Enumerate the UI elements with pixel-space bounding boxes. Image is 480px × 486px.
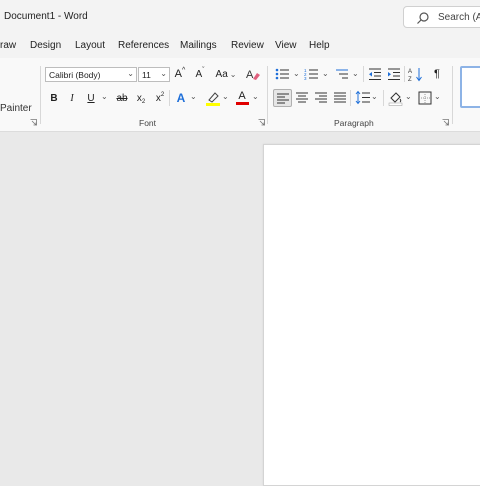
- document-page[interactable]: [263, 144, 480, 486]
- separator: [40, 66, 41, 124]
- justify-icon[interactable]: [333, 91, 347, 104]
- change-case-button[interactable]: Aa ⌄: [213, 66, 239, 82]
- borders-chevron-down-icon[interactable]: ⌄: [434, 92, 441, 101]
- underline-chevron-down-icon[interactable]: ⌄: [101, 92, 108, 101]
- align-left-button[interactable]: [273, 89, 292, 107]
- line-spacing-icon[interactable]: [355, 90, 371, 105]
- tab-review[interactable]: Review: [231, 40, 264, 51]
- svg-text:Z: Z: [408, 77, 412, 82]
- sort-icon[interactable]: A Z: [408, 66, 424, 82]
- tab-help[interactable]: Help: [309, 40, 330, 51]
- superscript-button[interactable]: x2: [153, 90, 167, 106]
- separator: [267, 66, 268, 124]
- caret-down-icon: ˇ: [202, 66, 205, 74]
- chevron-down-icon: ⌄: [127, 69, 134, 78]
- increase-indent-icon[interactable]: [387, 67, 401, 81]
- underline-button[interactable]: U: [84, 90, 98, 106]
- svg-text:A: A: [246, 69, 254, 81]
- tab-design[interactable]: Design: [30, 40, 61, 51]
- subscript-mark-icon: 2: [141, 98, 146, 105]
- font-color-chevron-down-icon[interactable]: ⌄: [252, 92, 259, 101]
- align-left-icon: [277, 93, 289, 104]
- align-right-icon[interactable]: [314, 91, 328, 104]
- numbering-chevron-down-icon[interactable]: ⌄: [322, 69, 329, 78]
- clear-formatting-icon[interactable]: A: [245, 66, 261, 82]
- separator: [363, 66, 364, 82]
- chevron-down-icon: ⌄: [160, 69, 167, 78]
- text-effects-chevron-down-icon[interactable]: ⌄: [190, 92, 197, 101]
- bullets-chevron-down-icon[interactable]: ⌄: [293, 69, 300, 78]
- separator: [452, 66, 453, 124]
- tab-mailings[interactable]: Mailings: [180, 40, 217, 51]
- shading-icon[interactable]: [388, 90, 404, 106]
- clipboard-dialog-launcher-icon[interactable]: [30, 119, 37, 126]
- bullets-icon[interactable]: [275, 67, 291, 81]
- font-dialog-launcher-icon[interactable]: [258, 119, 265, 126]
- caret-up-icon: ^: [182, 66, 186, 74]
- search-box[interactable]: Search (Al: [403, 6, 480, 28]
- window-title: Document1 - Word: [4, 11, 88, 22]
- ribbon-tabs: raw Design Layout References Mailings Re…: [0, 36, 480, 58]
- subscript-button[interactable]: x2: [134, 90, 148, 106]
- separator: [350, 90, 351, 106]
- paragraph-dialog-launcher-icon[interactable]: [442, 119, 449, 126]
- tab-references[interactable]: References: [118, 40, 169, 51]
- multilevel-list-icon[interactable]: [334, 67, 350, 81]
- grow-font-button[interactable]: A ^: [172, 66, 188, 82]
- line-spacing-chevron-down-icon[interactable]: ⌄: [371, 92, 378, 101]
- font-color-swatch: [235, 101, 249, 105]
- tab-view[interactable]: View: [275, 40, 297, 51]
- shrink-font-icon: A: [195, 68, 203, 80]
- styles-gallery-item[interactable]: [460, 66, 480, 108]
- separator: [169, 90, 170, 106]
- font-color-button[interactable]: A: [235, 89, 249, 105]
- superscript-mark-icon: 2: [160, 91, 165, 98]
- multilevel-chevron-down-icon[interactable]: ⌄: [352, 69, 359, 78]
- numbering-icon[interactable]: 1 2 3: [304, 67, 320, 81]
- font-name-value: Calibri (Body): [49, 70, 101, 80]
- text-effects-button[interactable]: A: [174, 90, 188, 106]
- separator: [404, 66, 405, 82]
- svg-text:3: 3: [304, 76, 307, 81]
- highlighter-icon[interactable]: [205, 90, 221, 106]
- italic-button[interactable]: I: [65, 90, 79, 106]
- font-name-combo[interactable]: Calibri (Body) ⌄: [45, 67, 137, 82]
- svg-text:A: A: [408, 69, 412, 75]
- format-painter-button[interactable]: Painter: [0, 103, 32, 114]
- paragraph-group-label: Paragraph: [334, 118, 374, 128]
- tab-layout[interactable]: Layout: [75, 40, 105, 51]
- font-size-combo[interactable]: 11 ⌄: [138, 67, 170, 82]
- shading-chevron-down-icon[interactable]: ⌄: [405, 92, 412, 101]
- search-placeholder: Search (Al: [438, 12, 480, 23]
- search-icon: [417, 12, 429, 24]
- font-size-value: 11: [142, 70, 151, 80]
- font-group-label: Font: [139, 118, 157, 128]
- chevron-down-icon: ⌄: [229, 69, 237, 79]
- shrink-font-button[interactable]: Aˇ: [192, 66, 208, 82]
- font-color-glyph: A: [238, 89, 246, 102]
- strikethrough-button[interactable]: ab: [114, 90, 130, 106]
- grow-font-icon: A: [174, 68, 183, 80]
- title-bar: Document1 - Word Search (Al: [0, 0, 480, 36]
- align-center-icon[interactable]: [295, 91, 309, 104]
- bold-button[interactable]: B: [47, 90, 61, 106]
- borders-icon[interactable]: [418, 91, 432, 105]
- separator: [383, 90, 384, 106]
- highlighter-chevron-down-icon[interactable]: ⌄: [222, 92, 229, 101]
- decrease-indent-icon[interactable]: [368, 67, 382, 81]
- change-case-icon: Aa: [215, 68, 228, 80]
- tab-draw[interactable]: raw: [0, 40, 16, 51]
- show-formatting-marks-button[interactable]: ¶: [430, 66, 444, 82]
